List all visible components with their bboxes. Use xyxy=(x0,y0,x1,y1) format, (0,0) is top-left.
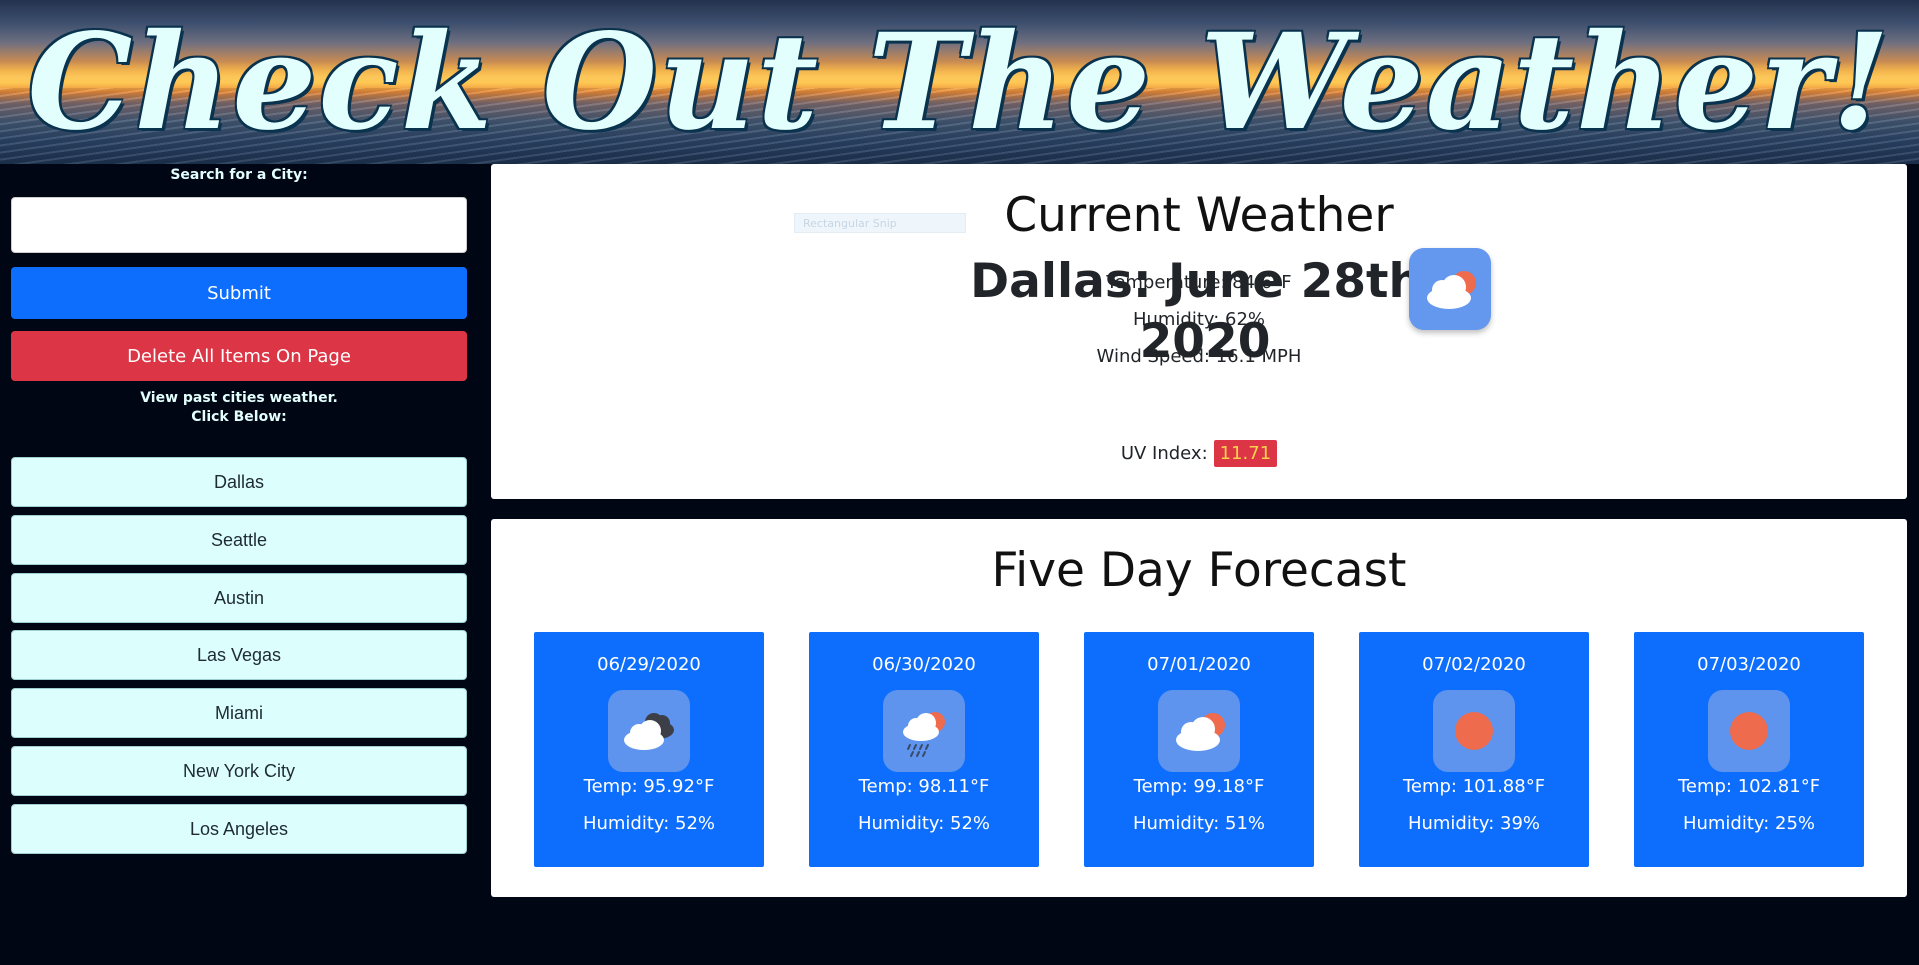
city-button-seattle[interactable]: Seattle xyxy=(11,515,467,565)
forecast-day-card: 07/03/2020 Temp: 102.81°F Humidity: 25% xyxy=(1634,632,1864,867)
header-banner: Check Out The Weather! xyxy=(0,0,1919,164)
forecast-humidity: Humidity: 25% xyxy=(1682,813,1816,834)
forecast-date: 07/02/2020 xyxy=(1422,654,1526,675)
forecast-day-card: 06/30/2020 Temp: 98.11°F Humidity: 52% xyxy=(809,632,1039,867)
sun-icon xyxy=(1433,690,1515,772)
uv-index-label: UV Index: xyxy=(1120,443,1208,464)
forecast-day-card: 07/02/2020 Temp: 101.88°F Humidity: 39% xyxy=(1359,632,1589,867)
sun-icon xyxy=(1708,690,1790,772)
search-label: Search for a City: xyxy=(170,167,308,183)
city-button-los-angeles[interactable]: Los Angeles xyxy=(11,804,467,854)
wind-speed-text: Wind Speed: 16.1 MPH xyxy=(1096,346,1302,367)
forecast-humidity: Humidity: 39% xyxy=(1407,813,1541,834)
current-weather-card: Rectangular Snip Current Weather Dallas:… xyxy=(491,164,1907,499)
past-cities-text: View past cities weather. Click Below: xyxy=(0,389,478,427)
city-search-input[interactable] xyxy=(11,197,467,253)
humidity-text: Humidity: 62% xyxy=(1132,309,1266,330)
forecast-date: 07/03/2020 xyxy=(1697,654,1801,675)
five-day-forecast-card: Five Day Forecast 06/29/2020 Temp: 95.92… xyxy=(491,519,1907,897)
city-button-austin[interactable]: Austin xyxy=(11,573,467,623)
broken-clouds-icon xyxy=(608,690,690,772)
forecast-date: 07/01/2020 xyxy=(1147,654,1251,675)
banner-title: Check Out The Weather! xyxy=(27,4,1892,160)
forecast-temp: Temp: 99.18°F xyxy=(1133,776,1265,797)
forecast-day-card: 06/29/2020 Temp: 95.92°F Humidity: 52% xyxy=(534,632,764,867)
current-weather-title: Current Weather xyxy=(1004,188,1394,243)
forecast-temp: Temp: 98.11°F xyxy=(858,776,990,797)
forecast-temp: Temp: 95.92°F xyxy=(583,776,715,797)
forecast-date: 06/29/2020 xyxy=(597,654,701,675)
uv-index-badge: 11.71 xyxy=(1213,440,1278,467)
uv-index-row: UV Index: 11.71 xyxy=(491,440,1907,467)
forecast-humidity: Humidity: 51% xyxy=(1132,813,1266,834)
forecast-humidity: Humidity: 52% xyxy=(857,813,991,834)
submit-button[interactable]: Submit xyxy=(11,267,467,319)
forecast-day-card: 07/01/2020 Temp: 99.18°F Humidity: 51% xyxy=(1084,632,1314,867)
forecast-temp: Temp: 102.81°F xyxy=(1677,776,1821,797)
city-button-las-vegas[interactable]: Las Vegas xyxy=(11,630,467,680)
delete-all-button[interactable]: Delete All Items On Page xyxy=(11,331,467,381)
city-button-dallas[interactable]: Dallas xyxy=(11,457,467,507)
past-cities-line-1: View past cities weather. xyxy=(140,390,338,406)
temperature-text: Temperature: 84.6°F xyxy=(1106,272,1292,293)
past-cities-line-2: Click Below: xyxy=(191,409,287,425)
partly-cloudy-sun-icon xyxy=(1158,690,1240,772)
forecast-humidity: Humidity: 52% xyxy=(582,813,716,834)
city-button-miami[interactable]: Miami xyxy=(11,688,467,738)
city-button-new-york[interactable]: New York City xyxy=(11,746,467,796)
rain-sun-icon xyxy=(883,690,965,772)
forecast-date: 06/30/2020 xyxy=(872,654,976,675)
forecast-temp: Temp: 101.88°F xyxy=(1402,776,1546,797)
forecast-title: Five Day Forecast xyxy=(991,543,1407,598)
